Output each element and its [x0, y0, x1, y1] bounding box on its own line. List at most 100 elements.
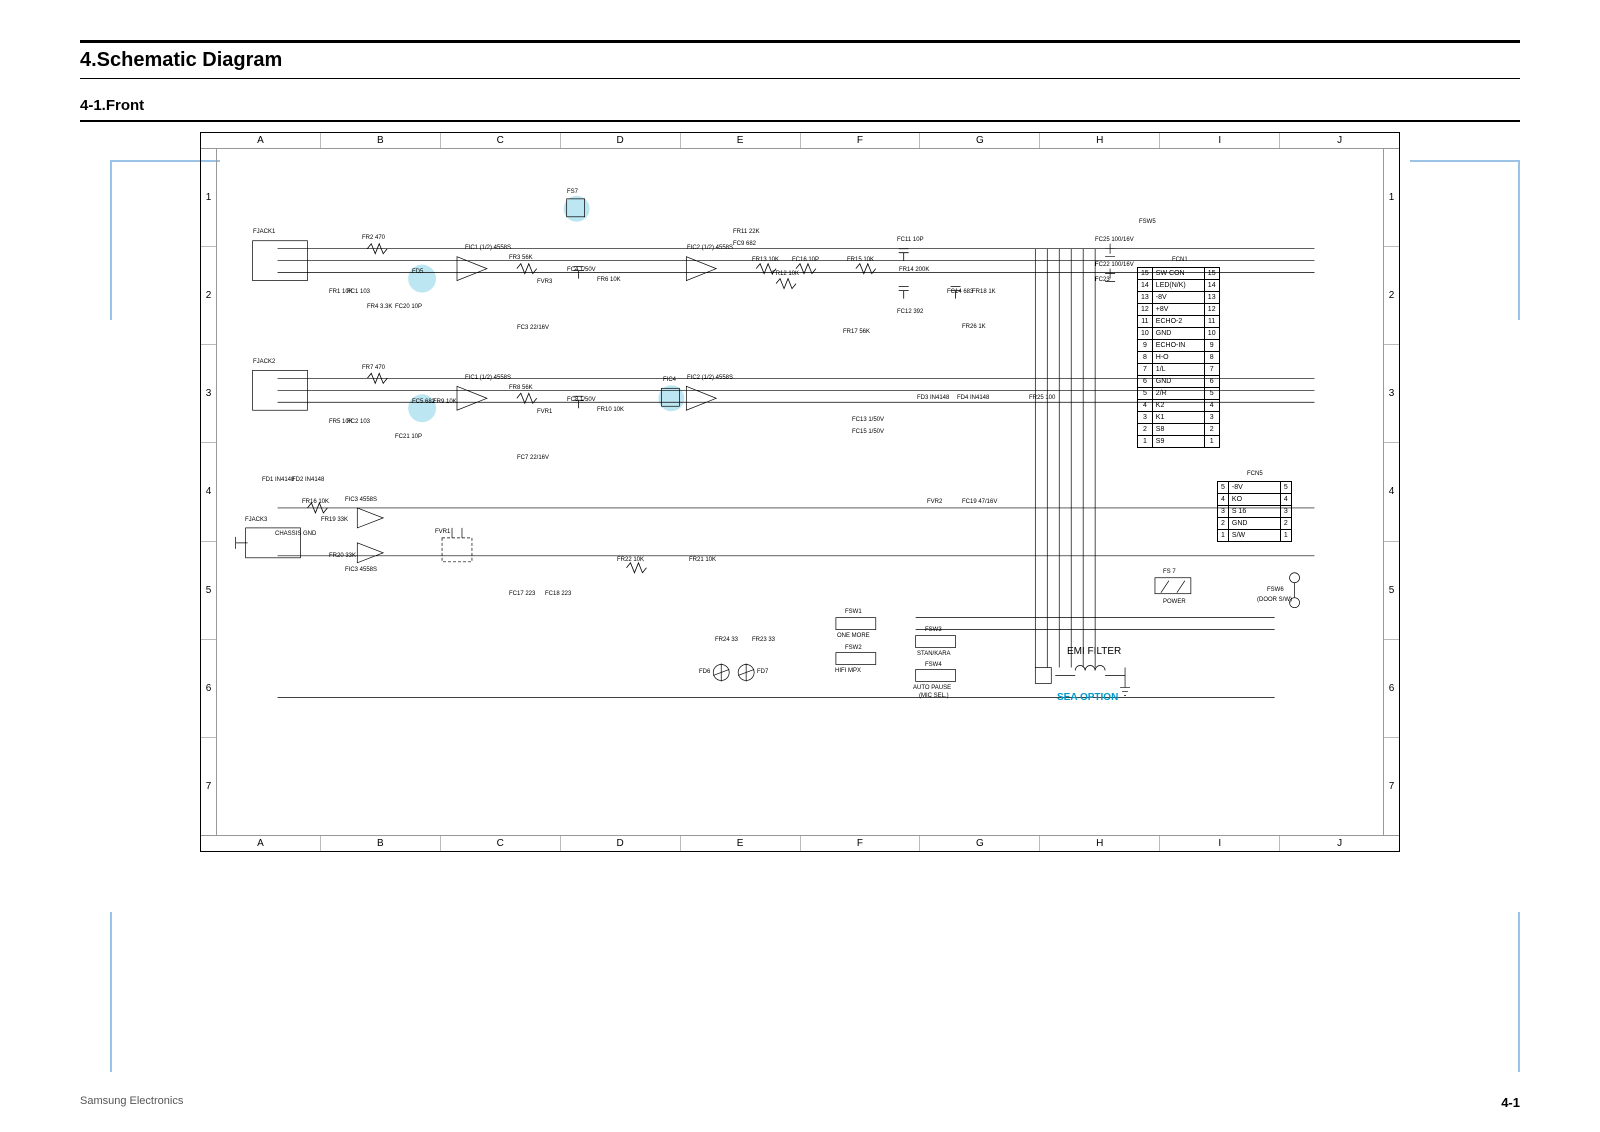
- conn-row: 71/L7: [1138, 364, 1220, 376]
- fr8-label: FR8 56K: [509, 385, 533, 391]
- grid-row-3: 3: [201, 345, 216, 443]
- conn-row: 4K24: [1138, 400, 1220, 412]
- fcn5-name: FCN5: [1247, 471, 1263, 477]
- fr4-label: FR4 3.3K: [367, 304, 392, 310]
- conn-row: 13-8V13: [1138, 292, 1220, 304]
- fr24-label: FR24 33: [715, 637, 738, 643]
- grid-col-G: G: [920, 133, 1040, 148]
- grid-col-B: B: [321, 133, 441, 148]
- grid-col-E: E: [681, 133, 801, 148]
- fc4-label: FC4 1/50V: [567, 267, 596, 273]
- fc8-label: FC8 1/50V: [567, 397, 596, 403]
- fjack1-label: FJACK1: [253, 229, 275, 235]
- grid-row-6: 6: [201, 640, 216, 738]
- fr11-label: FR11 22K: [733, 229, 760, 235]
- grid-col-J: J: [1280, 836, 1399, 851]
- grid-col-E: E: [681, 836, 801, 851]
- fc3-label: FC3 22/16V: [517, 325, 549, 331]
- fr25-label: FR25 100: [1029, 395, 1055, 401]
- fd3-label: FD3 IN4148: [917, 395, 949, 401]
- fr15-label: FR15 10K: [847, 257, 874, 263]
- fc15-label: FC15 1/50V: [852, 429, 884, 435]
- fs7-label: FS7: [567, 189, 578, 195]
- fr2-label: FR2 470: [362, 235, 385, 241]
- grid-row-2: 2: [201, 247, 216, 345]
- fc22-label: FC22 100/16V: [1095, 262, 1134, 268]
- conn-row: 2GND2: [1218, 518, 1292, 530]
- fr14-label: FR14 200K: [899, 267, 929, 273]
- conn-row: 52/R5: [1138, 388, 1220, 400]
- fsw1-label: ONE MORE: [837, 633, 870, 639]
- grid-col-B: B: [321, 836, 441, 851]
- fjack2-label: FJACK2: [253, 359, 275, 365]
- fic4-label: FIC4: [663, 377, 676, 383]
- grid-row-3: 3: [1384, 345, 1399, 443]
- fvr1-label: FVR1: [435, 529, 450, 535]
- fvr1-lbl2: FVR1: [537, 409, 552, 415]
- grid-col-H: H: [1040, 836, 1160, 851]
- emi-filter-label: EMI FILTER: [1067, 647, 1121, 657]
- conn-row: 4KO4: [1218, 494, 1292, 506]
- grid-row-6: 6: [1384, 640, 1399, 738]
- schematic-frame: ABCDEFGHIJ ABCDEFGHIJ 1234567 1234567: [200, 132, 1400, 852]
- fc19-label: FC19 47/16V: [962, 499, 997, 505]
- power-label: POWER: [1163, 599, 1186, 605]
- grid-row-4: 4: [1384, 443, 1399, 541]
- sea-option-label: SEA OPTION: [1057, 693, 1118, 703]
- conn-row: 3K13: [1138, 412, 1220, 424]
- fc23-label: FC23: [1095, 277, 1110, 283]
- fsw2-name: FSW2: [845, 645, 862, 651]
- fd7-label: FD7: [757, 669, 768, 675]
- grid-row-5: 5: [1384, 542, 1399, 640]
- grid-col-J: J: [1280, 133, 1399, 148]
- fr9-label: FR9 10K: [433, 399, 457, 405]
- conn-row: 14LED(N/K)14: [1138, 280, 1220, 292]
- schematic-body: FJACK1 FJACK2 FJACK3 CHASSIS GND FIC1 (1…: [217, 149, 1383, 835]
- fsw4-sub: (MIC SEL.): [919, 693, 949, 699]
- fic2b-label: FIC2 (1/2) 4558S: [687, 375, 733, 381]
- fr22-label: FR22 10K: [617, 557, 644, 563]
- schematic-svg: [217, 149, 1383, 835]
- fc14-label: FC14 683: [947, 289, 973, 295]
- fc25-label: FC25 100/16V: [1095, 237, 1134, 243]
- fc20-label: FC20 10P: [395, 304, 422, 310]
- title-bar: 4.Schematic Diagram: [80, 40, 1520, 79]
- conn-row: 5-8V5: [1218, 482, 1292, 494]
- fc5-label: FC5 682: [412, 399, 435, 405]
- fcn1-name: FCN1: [1172, 257, 1188, 263]
- fsw1-name: FSW1: [845, 609, 862, 615]
- fr26-label: FR26 1K: [962, 324, 986, 330]
- grid-col-A: A: [201, 133, 321, 148]
- grid-top: ABCDEFGHIJ: [201, 133, 1399, 149]
- fd6-label: FD6: [699, 669, 710, 675]
- fr19-label: FR19 33K: [321, 517, 348, 523]
- conn-row: 3S 163: [1218, 506, 1292, 518]
- page-subtitle: 4-1.Front: [80, 97, 1520, 114]
- grid-row-1: 1: [1384, 149, 1399, 247]
- fc18-label: FC18 223: [545, 591, 571, 597]
- fc17-label: FC17 223: [509, 591, 535, 597]
- fc9-label: FC9 682: [733, 241, 756, 247]
- fr10-label: FR10 10K: [597, 407, 624, 413]
- chassis-gnd-label: CHASSIS GND: [275, 531, 316, 537]
- grid-col-A: A: [201, 836, 321, 851]
- fc7-label: FC7 22/16V: [517, 455, 549, 461]
- fd4-label: FD4 IN4148: [957, 395, 989, 401]
- fd5-label: FD5: [412, 269, 423, 275]
- fsw6-sub: (DOOR S/W): [1257, 597, 1292, 603]
- grid-bot: ABCDEFGHIJ: [201, 835, 1399, 851]
- fsw6-label: FSW6: [1267, 587, 1284, 593]
- conn-row: 1S/W1: [1218, 530, 1292, 542]
- fsw4-name: FSW4: [925, 662, 942, 668]
- footer: Samsung Electronics 4-1: [80, 1095, 1520, 1110]
- grid-col-I: I: [1160, 836, 1280, 851]
- fsw5-label: FSW5: [1139, 219, 1156, 225]
- fvr3-label: FVR3: [537, 279, 552, 285]
- grid-row-1: 1: [201, 149, 216, 247]
- fic2-label: FIC2 (1/2) 4558S: [687, 245, 733, 251]
- grid-row-5: 5: [201, 542, 216, 640]
- grid-col-C: C: [441, 836, 561, 851]
- conn-row: 10GND10: [1138, 328, 1220, 340]
- fic1-label: FIC1 (1/2) 4558S: [465, 245, 511, 251]
- grid-col-G: G: [920, 836, 1040, 851]
